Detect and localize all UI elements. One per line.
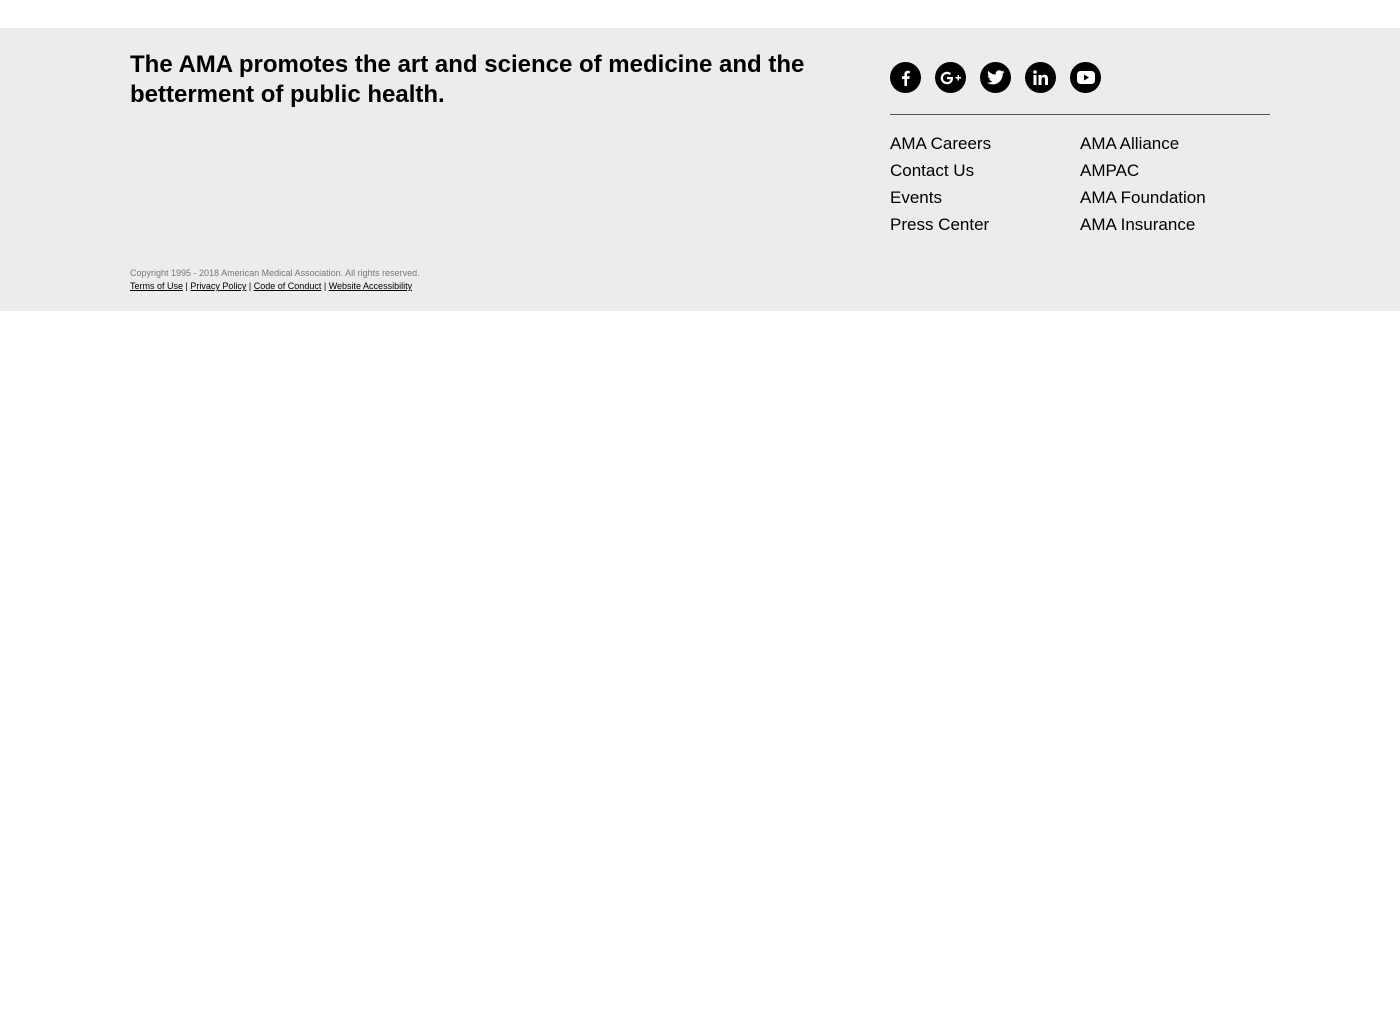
- linkedin-link[interactable]: [1025, 62, 1056, 93]
- footer-divider: [890, 114, 1270, 115]
- footer-link-ama-insurance[interactable]: AMA Insurance: [1080, 213, 1270, 236]
- legal-separator: |: [185, 281, 188, 291]
- copyright-text: Copyright 1995 - 2018 American Medical A…: [130, 268, 420, 278]
- twitter-icon: [986, 70, 1005, 85]
- website-accessibility-link[interactable]: Website Accessibility: [329, 281, 412, 291]
- footer-link-press-center[interactable]: Press Center: [890, 213, 1080, 236]
- footer-link-ama-foundation[interactable]: AMA Foundation: [1080, 186, 1270, 209]
- legal-separator: |: [323, 281, 327, 291]
- footer-link-ampac[interactable]: AMPAC: [1080, 159, 1270, 182]
- footer-link-events[interactable]: Events: [890, 186, 1080, 209]
- terms-of-use-link[interactable]: Terms of Use: [130, 281, 183, 291]
- footer-tagline: The AMA promotes the art and science of …: [130, 51, 805, 108]
- footer-links: AMA Careers AMA Alliance Contact Us AMPA…: [890, 132, 1270, 236]
- social-links: [890, 62, 1101, 93]
- footer-link-contact-us[interactable]: Contact Us: [890, 159, 1080, 182]
- facebook-link[interactable]: [890, 62, 921, 93]
- youtube-link[interactable]: [1070, 62, 1101, 93]
- google-plus-icon: [940, 71, 962, 85]
- footer-link-ama-alliance[interactable]: AMA Alliance: [1080, 132, 1270, 155]
- twitter-link[interactable]: [980, 62, 1011, 93]
- footer-link-ama-careers[interactable]: AMA Careers: [890, 132, 1080, 155]
- legal-separator: |: [248, 281, 252, 291]
- legal-section: Copyright 1995 - 2018 American Medical A…: [130, 267, 420, 293]
- linkedin-icon: [1032, 70, 1049, 85]
- code-of-conduct-link[interactable]: Code of Conduct: [254, 281, 322, 291]
- legal-links: Terms of Use | Privacy Policy | Code of …: [130, 280, 420, 293]
- google-plus-link[interactable]: [935, 62, 966, 93]
- youtube-icon: [1076, 71, 1095, 84]
- privacy-policy-link[interactable]: Privacy Policy: [190, 281, 246, 291]
- facebook-icon: [898, 70, 914, 86]
- site-footer: The AMA promotes the art and science of …: [0, 28, 1400, 311]
